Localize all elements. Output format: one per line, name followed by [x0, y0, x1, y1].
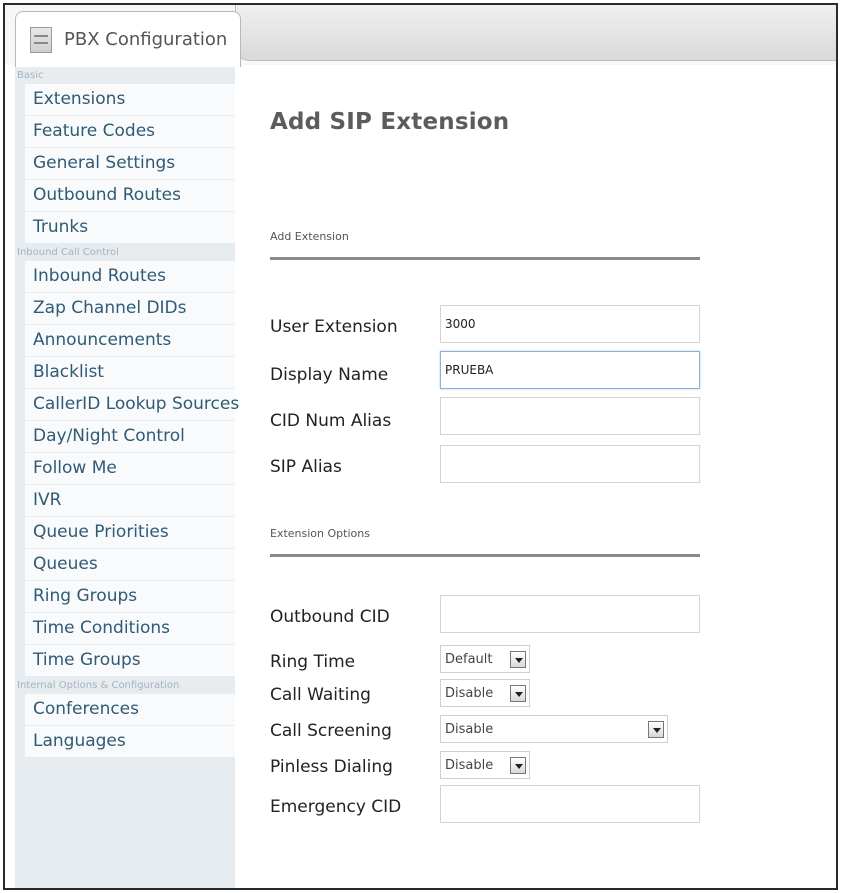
document-icon — [30, 26, 52, 53]
sidebar-item-day-night-control[interactable]: Day/Night Control — [25, 421, 235, 452]
emergency-cid-input[interactable] — [440, 785, 700, 823]
sidebar-item-trunks[interactable]: Trunks — [25, 212, 235, 243]
sidebar-item-follow-me[interactable]: Follow Me — [25, 453, 235, 484]
display-name-input[interactable] — [440, 351, 700, 389]
outbound-cid-input[interactable] — [440, 595, 700, 633]
cid-num-alias-input[interactable] — [440, 397, 700, 435]
sidebar-item-queues[interactable]: Queues — [25, 549, 235, 580]
chevron-down-icon[interactable] — [510, 685, 526, 702]
sip-alias-label: SIP Alias — [270, 457, 342, 477]
sidebar-item-languages[interactable]: Languages — [25, 726, 235, 757]
section-divider — [270, 554, 700, 557]
tab-label: PBX Configuration — [64, 29, 228, 50]
ring-time-select[interactable]: Default — [440, 645, 530, 673]
chevron-down-icon[interactable] — [510, 651, 526, 668]
ring-time-value: Default — [445, 651, 493, 667]
chevron-down-icon[interactable] — [648, 721, 664, 738]
pinless-dialing-label: Pinless Dialing — [270, 757, 393, 777]
sidebar-item-feature-codes[interactable]: Feature Codes — [25, 116, 235, 147]
call-screening-label: Call Screening — [270, 721, 392, 741]
sidebar-item-ivr[interactable]: IVR — [25, 485, 235, 516]
chevron-down-icon[interactable] — [510, 757, 526, 774]
cid-num-alias-label: CID Num Alias — [270, 411, 392, 431]
sidebar: Basic Extensions Feature Codes General S… — [15, 67, 239, 888]
sidebar-item-ring-groups[interactable]: Ring Groups — [25, 581, 235, 612]
user-extension-input[interactable] — [440, 305, 700, 343]
pinless-dialing-select[interactable]: Disable — [440, 751, 530, 779]
sidebar-item-blacklist[interactable]: Blacklist — [25, 357, 235, 388]
user-extension-label: User Extension — [270, 317, 398, 337]
top-bar: PBX Configuration — [5, 5, 836, 67]
ring-time-label: Ring Time — [270, 652, 356, 672]
sidebar-item-inbound-routes[interactable]: Inbound Routes — [25, 261, 235, 292]
outbound-cid-label: Outbound CID — [270, 607, 390, 627]
extension-options-heading: Extension Options — [270, 527, 700, 557]
sidebar-item-callerid-lookup-sources[interactable]: CallerID Lookup Sources — [25, 389, 239, 420]
display-name-label: Display Name — [270, 365, 389, 385]
top-bar-strip — [235, 5, 836, 61]
sidebar-item-time-groups[interactable]: Time Groups — [25, 645, 235, 676]
sidebar-section-internal-options: Internal Options & Configuration — [15, 677, 235, 694]
call-waiting-label: Call Waiting — [270, 685, 371, 705]
sidebar-section-inbound-call-control: Inbound Call Control — [15, 244, 235, 261]
add-extension-heading: Add Extension — [270, 230, 700, 260]
extension-options-heading-text: Extension Options — [270, 527, 370, 540]
call-waiting-select[interactable]: Disable — [440, 679, 530, 707]
call-screening-value: Disable — [445, 721, 494, 737]
sidebar-item-conferences[interactable]: Conferences — [25, 694, 235, 725]
tab-pbx-configuration[interactable]: PBX Configuration — [15, 11, 241, 67]
app-frame: PBX Configuration Basic Extensions Featu… — [3, 3, 838, 890]
sidebar-item-outbound-routes[interactable]: Outbound Routes — [25, 180, 235, 211]
sidebar-item-time-conditions[interactable]: Time Conditions — [25, 613, 235, 644]
main-content: Add SIP Extension Add Extension User Ext… — [270, 67, 836, 888]
add-extension-heading-text: Add Extension — [270, 230, 349, 243]
sip-alias-input[interactable] — [440, 445, 700, 483]
sidebar-item-general-settings[interactable]: General Settings — [25, 148, 235, 179]
call-screening-select[interactable]: Disable — [440, 715, 668, 743]
emergency-cid-label: Emergency CID — [270, 797, 402, 817]
sidebar-item-announcements[interactable]: Announcements — [25, 325, 235, 356]
sidebar-item-queue-priorities[interactable]: Queue Priorities — [25, 517, 235, 548]
page-title: Add SIP Extension — [270, 109, 510, 135]
sidebar-item-extensions[interactable]: Extensions — [25, 84, 235, 115]
sidebar-item-zap-channel-dids[interactable]: Zap Channel DIDs — [25, 293, 235, 324]
section-divider — [270, 257, 700, 260]
pinless-dialing-value: Disable — [445, 757, 494, 773]
call-waiting-value: Disable — [445, 685, 494, 701]
sidebar-section-basic: Basic — [15, 67, 235, 84]
